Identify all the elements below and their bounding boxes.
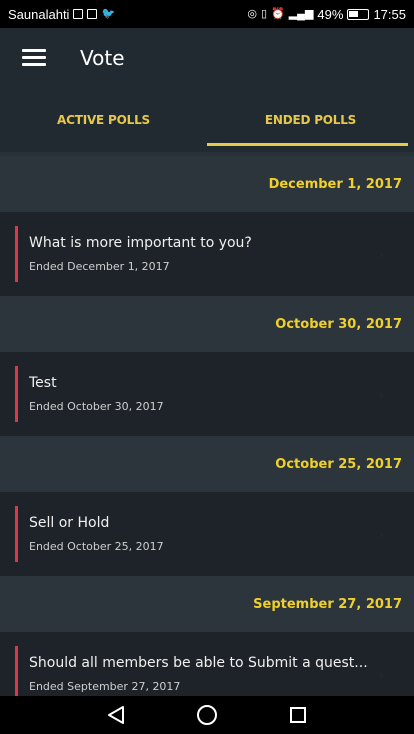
poll-ended-date: Ended October 30, 2017 bbox=[29, 400, 164, 413]
tab-active-polls[interactable]: ACTIVE POLLS bbox=[0, 88, 207, 152]
status-bar: Saunalahti 🐦 ◎ ▯ ⏰ ▂▄▆ 49% 17:55 bbox=[0, 0, 414, 28]
clock: 17:55 bbox=[373, 6, 406, 22]
alarm-clock-icon: ⏰ bbox=[271, 7, 285, 20]
poll-title: Should all members be able to Submit a q… bbox=[29, 655, 368, 671]
date-header: October 25, 2017 bbox=[0, 436, 414, 492]
poll-item[interactable]: Test Ended October 30, 2017 › bbox=[0, 352, 414, 436]
chevron-right-icon: › bbox=[379, 388, 384, 402]
status-left: Saunalahti 🐦 bbox=[8, 7, 115, 22]
date-header: September 27, 2017 bbox=[0, 576, 414, 632]
battery-icon bbox=[347, 8, 370, 20]
signal-strength-icon: ▂▄▆ bbox=[288, 7, 314, 20]
app-bar: Vote bbox=[0, 28, 414, 88]
vibrate-icon: ▯ bbox=[260, 7, 267, 20]
status-right: ◎ ▯ ⏰ ▂▄▆ 49% 17:55 bbox=[247, 7, 406, 22]
battery-percent: 49% bbox=[317, 6, 344, 22]
menu-line bbox=[22, 49, 46, 52]
poll-ended-date: Ended October 25, 2017 bbox=[29, 540, 164, 553]
notification-app-icon bbox=[73, 9, 84, 19]
back-triangle-icon[interactable] bbox=[96, 700, 136, 730]
poll-item[interactable]: Sell or Hold Ended October 25, 2017 › bbox=[0, 492, 414, 576]
carrier-name: Saunalahti bbox=[8, 6, 70, 22]
poll-ended-date: Ended September 27, 2017 bbox=[29, 680, 181, 693]
poll-title: What is more important to you? bbox=[29, 235, 252, 251]
poll-item[interactable]: What is more important to you? Ended Dec… bbox=[0, 212, 414, 296]
poll-item[interactable]: Should all members be able to Submit a q… bbox=[0, 632, 414, 696]
twitter-bird-icon: 🐦 bbox=[101, 7, 116, 20]
chevron-right-icon: › bbox=[379, 248, 384, 262]
tab-ended-polls[interactable]: ENDED POLLS bbox=[207, 88, 414, 152]
poll-title: Test bbox=[29, 375, 57, 391]
chevron-right-icon: › bbox=[379, 528, 384, 542]
home-circle-icon[interactable] bbox=[187, 700, 227, 730]
chevron-right-icon: › bbox=[379, 668, 384, 682]
poll-title: Sell or Hold bbox=[29, 515, 110, 531]
recents-square-icon[interactable] bbox=[278, 700, 318, 730]
poll-ended-date: Ended December 1, 2017 bbox=[29, 260, 170, 273]
poll-list[interactable]: December 1, 2017 What is more important … bbox=[0, 156, 414, 696]
tab-bar: ACTIVE POLLS ENDED POLLS bbox=[0, 88, 414, 152]
system-nav-bar bbox=[0, 696, 414, 734]
menu-line bbox=[22, 63, 46, 66]
date-header: October 30, 2017 bbox=[0, 296, 414, 352]
date-header: December 1, 2017 bbox=[0, 156, 414, 212]
notification-news-icon bbox=[87, 9, 98, 19]
menu-line bbox=[22, 56, 46, 59]
hotspot-icon: ◎ bbox=[247, 7, 257, 20]
hamburger-menu-icon[interactable] bbox=[22, 49, 46, 67]
page-title: Vote bbox=[80, 46, 125, 70]
